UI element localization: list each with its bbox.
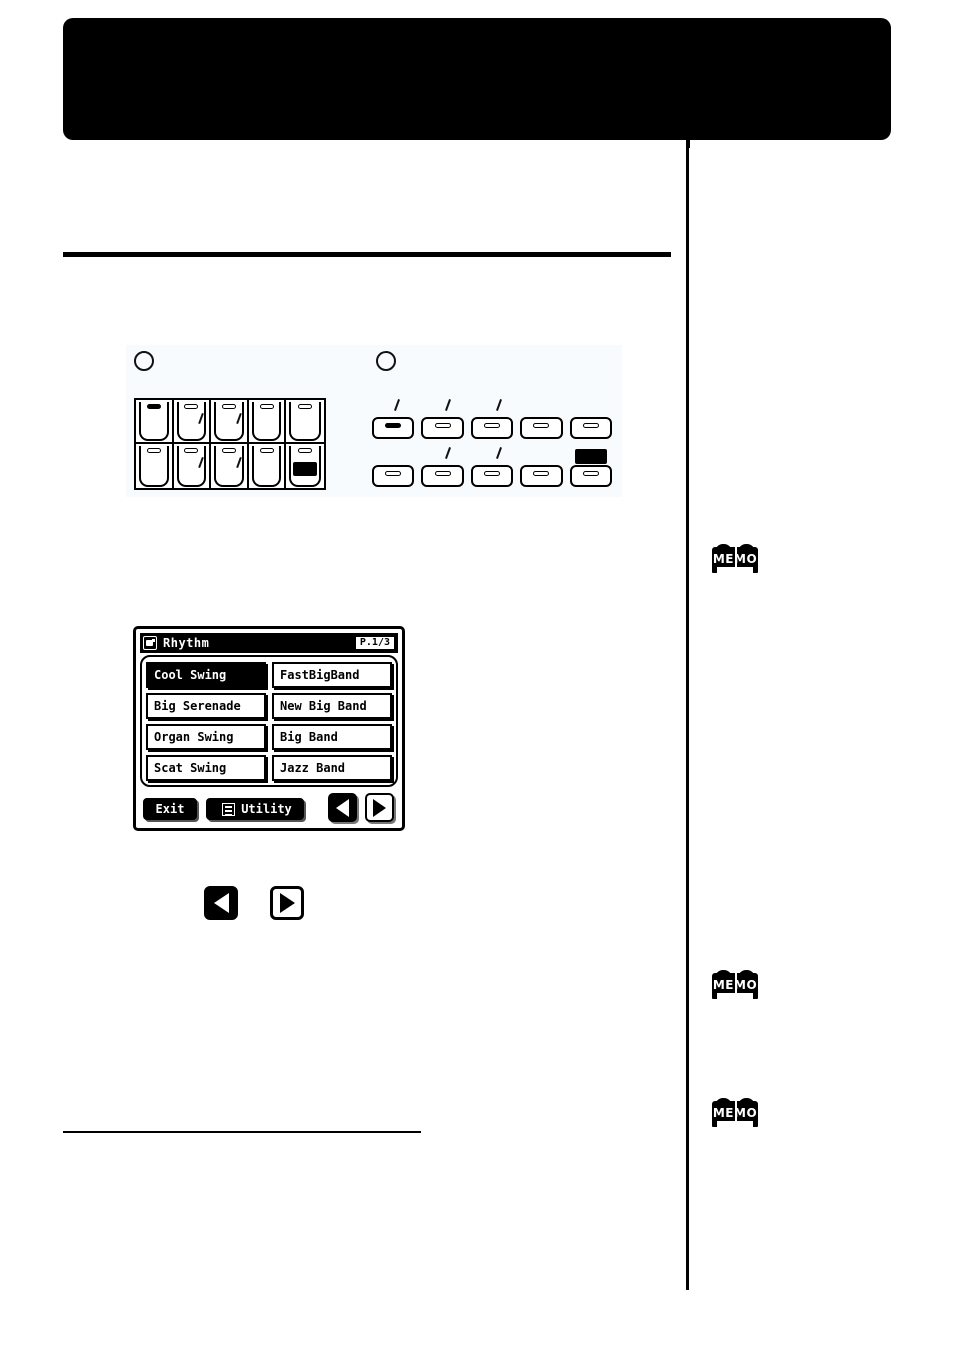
list-item[interactable]: Cool Swing: [146, 662, 266, 688]
memo-label: MEMO: [712, 552, 758, 566]
lcd-screen-title: Rhythm: [163, 636, 210, 650]
step-marker-2: [376, 351, 396, 371]
triangle-right-icon: [373, 798, 386, 817]
memo-marker: MEMO: [712, 543, 760, 577]
led-indicator: [385, 423, 402, 428]
led-indicator: [434, 471, 451, 476]
list-item[interactable]: Jazz Band: [272, 755, 392, 781]
rhythm-button[interactable]: [372, 417, 415, 439]
led-indicator: [434, 423, 451, 428]
list-item[interactable]: Big Serenade: [146, 693, 266, 719]
tick-mark-icon: [496, 399, 502, 411]
lcd-surface: Rhythm P.1/3 Cool Swing FastBigBand Big …: [140, 633, 398, 824]
rhythm-button[interactable]: [421, 465, 464, 487]
inline-next-button[interactable]: [270, 886, 304, 920]
tone-button[interactable]: [248, 400, 287, 444]
lcd-screen: Rhythm P.1/3 Cool Swing FastBigBand Big …: [133, 626, 405, 831]
page-header-banner: [63, 18, 891, 140]
tone-button[interactable]: [136, 400, 174, 444]
tone-button-highlighted[interactable]: [286, 444, 324, 488]
tone-button[interactable]: [136, 444, 174, 488]
rhythm-button[interactable]: [470, 417, 514, 439]
led-indicator: [259, 404, 274, 409]
tick-mark-icon: [394, 399, 400, 411]
list-item[interactable]: FastBigBand: [272, 662, 392, 688]
led-indicator: [484, 471, 501, 476]
list-item[interactable]: Organ Swing: [146, 724, 266, 750]
memo-label: MEMO: [712, 1106, 758, 1120]
list-item[interactable]: Scat Swing: [146, 755, 266, 781]
utility-button[interactable]: Utility: [206, 798, 304, 820]
tone-button-matrix: [134, 398, 326, 490]
prev-page-button[interactable]: [328, 793, 357, 822]
tick-mark-icon: [445, 399, 451, 411]
inline-arrow-buttons: [204, 886, 304, 920]
memo-marker: MEMO: [712, 969, 760, 1003]
led-indicator: [533, 423, 550, 428]
list-item[interactable]: New Big Band: [272, 693, 392, 719]
lcd-footer-bar: Exit Utility: [140, 788, 398, 824]
led-indicator: [146, 404, 161, 409]
utility-icon: [222, 802, 236, 816]
led-indicator: [221, 404, 236, 409]
led-indicator: [385, 471, 402, 476]
hardware-panel-figure: [126, 345, 622, 497]
lcd-title-bar: Rhythm P.1/3: [140, 633, 398, 653]
rhythm-icon: [143, 636, 157, 650]
sidebar-divider: [686, 140, 689, 1290]
triangle-right-icon: [279, 893, 295, 913]
led-indicator: [298, 404, 313, 409]
exit-button[interactable]: Exit: [143, 798, 197, 820]
led-indicator: [221, 448, 236, 453]
footnote-divider-rule: [63, 1131, 421, 1133]
tick-mark-icon: [445, 447, 451, 459]
step-marker-1: [134, 351, 154, 371]
callout-highlight: [293, 462, 317, 476]
tone-button[interactable]: [248, 444, 287, 488]
tone-button[interactable]: [211, 444, 249, 488]
led-indicator: [533, 471, 550, 476]
utility-button-label: Utility: [241, 802, 292, 816]
rhythm-button[interactable]: [372, 465, 415, 487]
rhythm-button-row: [372, 449, 613, 489]
rhythm-button[interactable]: [520, 465, 563, 487]
list-item[interactable]: Big Band: [272, 724, 392, 750]
led-indicator: [146, 448, 161, 453]
rhythm-list-grid: Cool Swing FastBigBand Big Serenade New …: [146, 662, 392, 781]
section-divider-rule: [63, 252, 671, 257]
led-indicator: [184, 448, 199, 453]
tick-mark-icon: [496, 447, 502, 459]
led-indicator: [582, 423, 599, 428]
triangle-left-icon: [336, 798, 349, 817]
memo-marker: MEMO: [712, 1097, 760, 1131]
page-indicator: P.1/3: [354, 636, 395, 650]
led-indicator: [582, 471, 599, 476]
rhythm-button-row: [372, 417, 613, 441]
tone-button[interactable]: [173, 444, 212, 488]
triangle-left-icon: [213, 893, 229, 913]
rhythm-button[interactable]: [520, 417, 563, 439]
rhythm-button-highlighted[interactable]: [569, 449, 613, 487]
callout-highlight: [574, 449, 608, 464]
led-indicator: [259, 448, 274, 453]
rhythm-button-bank: [372, 395, 613, 493]
tone-button[interactable]: [173, 400, 212, 444]
rhythm-button[interactable]: [421, 417, 464, 439]
led-indicator: [298, 448, 313, 453]
memo-label: MEMO: [712, 978, 758, 992]
led-indicator: [484, 423, 501, 428]
tone-button[interactable]: [211, 400, 249, 444]
rhythm-button[interactable]: [470, 465, 514, 487]
tone-button[interactable]: [286, 400, 324, 444]
next-page-button[interactable]: [365, 793, 394, 822]
led-indicator: [184, 404, 199, 409]
inline-prev-button[interactable]: [204, 886, 238, 920]
rhythm-button[interactable]: [569, 417, 613, 439]
rhythm-list-panel: Cool Swing FastBigBand Big Serenade New …: [140, 655, 398, 787]
